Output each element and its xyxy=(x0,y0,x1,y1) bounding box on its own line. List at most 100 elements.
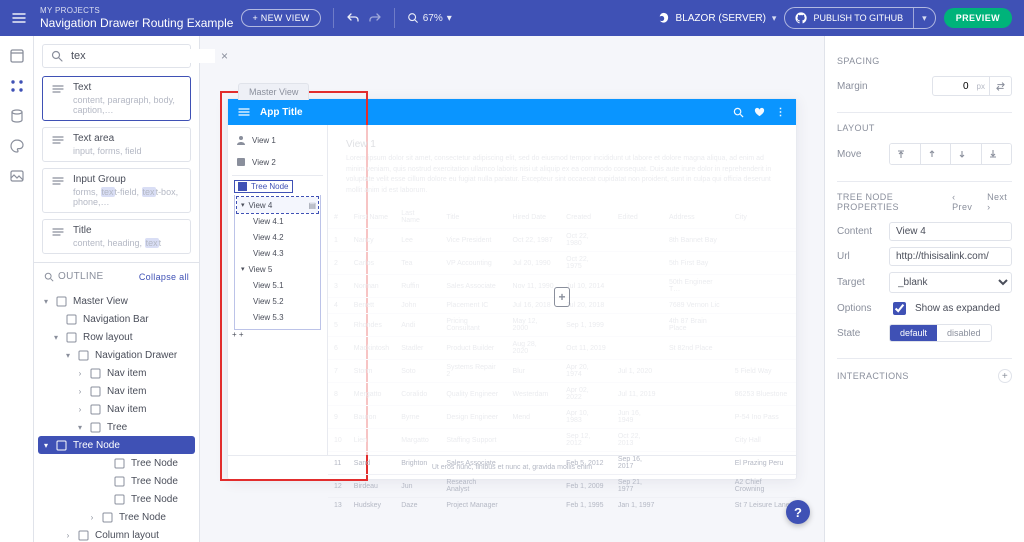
nav-item[interactable]: View 2 xyxy=(232,151,323,173)
tree-row[interactable]: ▾View 4▤ xyxy=(237,197,318,213)
target-select[interactable]: _blank xyxy=(889,272,1012,293)
undo-icon[interactable] xyxy=(346,11,360,25)
more-icon[interactable]: ⋮ xyxy=(775,107,786,118)
move-up-button[interactable] xyxy=(921,144,952,164)
framework-label: BLAZOR (SERVER) xyxy=(676,13,766,24)
interactions-heading: INTERACTIONS xyxy=(837,371,909,381)
zoom-control[interactable]: 67% ▾ xyxy=(407,12,452,24)
app-bar: App Title ⋮ xyxy=(228,99,796,125)
outline-row[interactable]: Tree Node xyxy=(34,472,199,490)
search-icon xyxy=(51,50,63,62)
move-down-button[interactable] xyxy=(951,144,982,164)
outline-row[interactable]: ▾ Tree Node xyxy=(38,436,195,454)
node-icon xyxy=(114,458,125,469)
tree-row[interactable]: View 5.3 xyxy=(237,309,318,325)
topbar: MY PROJECTS Navigation Drawer Routing Ex… xyxy=(0,0,1024,36)
input-group-icon xyxy=(51,175,65,189)
outline-row[interactable]: Tree Node xyxy=(34,454,199,472)
tree-node-selected[interactable]: Tree Node xyxy=(234,180,293,193)
heart-icon[interactable] xyxy=(754,107,765,118)
search-icon[interactable] xyxy=(733,107,744,118)
nav-item[interactable]: View 1 xyxy=(232,129,323,151)
artboard: Master View App Title ⋮ View 1 View 2 Tr… xyxy=(227,98,797,480)
publish-dropdown[interactable]: ▾ xyxy=(913,8,935,28)
expanded-checkbox[interactable] xyxy=(893,302,906,315)
rail-data-icon[interactable] xyxy=(9,108,25,124)
outline-row[interactable]: ▾ Master View xyxy=(34,292,199,310)
content-input[interactable] xyxy=(889,222,1012,241)
tree-row[interactable]: View 4.1 xyxy=(237,213,318,229)
move-label: Move xyxy=(837,149,881,160)
add-node-button[interactable]: + xyxy=(232,330,237,339)
drop-placeholder-icon: + xyxy=(554,287,570,307)
publish-button[interactable]: PUBLISH TO GITHUB ▾ xyxy=(784,7,935,29)
move-bottom-button[interactable] xyxy=(982,144,1012,164)
next-button[interactable]: Next › xyxy=(987,192,1012,212)
outline-row[interactable]: › Column layout xyxy=(34,526,199,542)
tree: ▾View 4▤View 4.1View 4.2View 4.3▾View 5V… xyxy=(234,195,321,330)
artboard-tab[interactable]: Master View xyxy=(238,83,309,100)
tree-row[interactable]: View 5.1 xyxy=(237,277,318,293)
component-search[interactable]: × xyxy=(42,44,191,68)
design-canvas[interactable]: Master View App Title ⋮ View 1 View 2 Tr… xyxy=(200,36,824,542)
node-icon xyxy=(56,440,67,451)
menu-icon[interactable] xyxy=(238,106,250,118)
chevron-down-icon: ▾ xyxy=(447,13,452,24)
col-icon xyxy=(78,530,89,541)
framework-select[interactable]: BLAZOR (SERVER) ▾ xyxy=(657,12,777,25)
app-title: App Title xyxy=(260,107,303,118)
collapse-all-button[interactable]: Collapse all xyxy=(139,272,189,282)
rail-components-icon[interactable] xyxy=(9,78,25,94)
outline-row[interactable]: Tree Node xyxy=(34,490,199,508)
bar-icon xyxy=(66,314,77,325)
move-top-button[interactable] xyxy=(890,144,921,164)
search-result[interactable]: Titlecontent, heading, text xyxy=(42,219,191,254)
tree-row[interactable]: View 5.2 xyxy=(237,293,318,309)
hamburger-icon[interactable] xyxy=(12,11,26,25)
add-node-button[interactable]: + xyxy=(239,330,244,339)
search-result[interactable]: Textcontent, paragraph, body, caption,… xyxy=(42,76,191,121)
outline-row[interactable]: Navigation Bar xyxy=(34,310,199,328)
properties-panel: SPACING Margin px LAYOUT Move xyxy=(824,36,1024,542)
breadcrumb: MY PROJECTS Navigation Drawer Routing Ex… xyxy=(40,6,233,31)
add-interaction-button[interactable]: + xyxy=(998,369,1012,383)
margin-input[interactable]: px xyxy=(932,76,1012,96)
state-toggle[interactable]: defaultdisabled xyxy=(889,324,992,342)
square-icon xyxy=(236,157,246,167)
outline-row[interactable]: › Tree Node xyxy=(34,508,199,526)
outline-row[interactable]: › Nav item xyxy=(34,364,199,382)
nav-icon xyxy=(90,386,101,397)
swap-icon[interactable] xyxy=(989,77,1011,95)
tool-rail xyxy=(0,36,34,542)
outline-row[interactable]: › Nav item xyxy=(34,382,199,400)
rail-theme-icon[interactable] xyxy=(9,138,25,154)
search-result[interactable]: Text areainput, forms, field xyxy=(42,127,191,162)
data-table: #First NameLast NameTitleHired DateCreat… xyxy=(328,206,796,513)
tree-row[interactable]: ▾View 5 xyxy=(237,261,318,277)
new-view-button[interactable]: + NEW VIEW xyxy=(241,9,320,27)
rail-page-icon[interactable] xyxy=(9,48,25,64)
outline-row[interactable]: ▾ Row layout xyxy=(34,328,199,346)
rail-assets-icon[interactable] xyxy=(9,168,25,184)
drawer-icon xyxy=(78,350,89,361)
screen-icon xyxy=(56,296,67,307)
outline-row[interactable]: ▾ Tree xyxy=(34,418,199,436)
breadcrumb-root[interactable]: MY PROJECTS xyxy=(40,6,233,16)
search-result[interactable]: Input Groupforms, text-field, text-box, … xyxy=(42,168,191,213)
publish-label: PUBLISH TO GITHUB xyxy=(813,13,903,23)
prev-button[interactable]: ‹ Prev xyxy=(952,192,977,212)
tree-row[interactable]: View 4.3 xyxy=(237,245,318,261)
textarea-icon xyxy=(51,134,65,148)
outline-row[interactable]: › Nav item xyxy=(34,400,199,418)
search-input[interactable] xyxy=(69,49,215,63)
nav-icon xyxy=(90,404,101,415)
title-icon xyxy=(51,226,65,240)
url-input[interactable] xyxy=(889,247,1012,266)
outline-row[interactable]: ▾ Navigation Drawer xyxy=(34,346,199,364)
redo-icon[interactable] xyxy=(368,11,382,25)
tree-row[interactable]: View 4.2 xyxy=(237,229,318,245)
help-fab[interactable]: ? xyxy=(786,500,810,524)
preview-button[interactable]: PREVIEW xyxy=(944,8,1012,28)
chevron-down-icon: ▾ xyxy=(772,13,777,24)
row-icon xyxy=(66,332,77,343)
